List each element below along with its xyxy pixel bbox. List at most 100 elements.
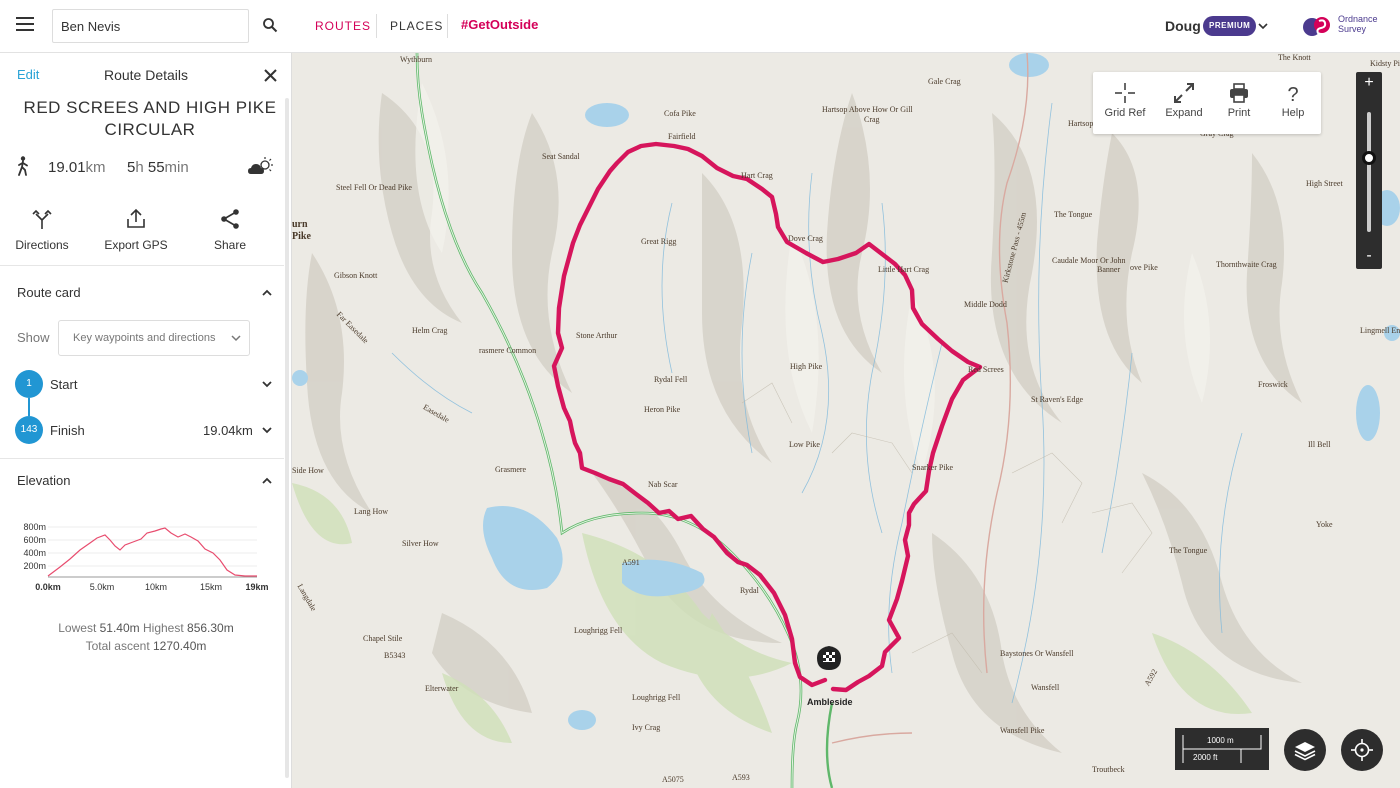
chevron-up-icon[interactable] <box>261 475 273 487</box>
map-label: Banner <box>1097 265 1121 274</box>
top-bar: ROUTES PLACES #GetOutside Doug PREMIUM O… <box>0 0 1400 53</box>
map-label: Chapel Stile <box>363 634 403 643</box>
map-label: Nab Scar <box>648 480 678 489</box>
print-button[interactable]: Print <box>1211 82 1267 119</box>
map-terrain <box>292 53 1400 788</box>
map-label: St Raven's Edge <box>1031 395 1084 404</box>
map-label: Baystones Or Wansfell <box>1000 649 1074 658</box>
nav-getoutside[interactable]: #GetOutside <box>461 17 538 32</box>
waypoint-marker-start[interactable]: 1 <box>15 370 43 398</box>
map-label: Grasmere <box>495 465 527 474</box>
grid-ref-label: Grid Ref <box>1104 107 1146 119</box>
show-select[interactable]: Key waypoints and directions <box>58 320 250 356</box>
zoom-in-button[interactable]: + <box>1356 74 1382 96</box>
map-label: Seat Sandal <box>542 152 580 161</box>
route-duration: 5h 55min <box>127 159 189 176</box>
waypoint-finish-label[interactable]: Finish <box>50 423 85 438</box>
map-label: Crag <box>864 115 880 124</box>
waypoint-connector <box>28 398 30 416</box>
print-label: Print <box>1227 107 1251 119</box>
scale-metric-label: 1000 m <box>1207 736 1234 745</box>
zoom-out-button[interactable]: - <box>1356 247 1382 269</box>
layers-button[interactable] <box>1284 729 1326 771</box>
edit-link[interactable]: Edit <box>17 67 39 82</box>
divider <box>0 458 284 459</box>
map-label: B5343 <box>384 651 406 660</box>
nav-divider <box>376 14 377 38</box>
map-label: Fairfield <box>668 132 696 141</box>
ascent-value: 1270.40m <box>153 639 207 653</box>
help-button[interactable]: ? Help <box>1265 82 1321 119</box>
x-tick-label: 0.0km <box>35 582 61 592</box>
export-gps-button[interactable]: Export GPS <box>96 208 176 252</box>
map-label: Lingmell End <box>1360 326 1400 335</box>
share-button[interactable]: Share <box>190 208 270 252</box>
map-canvas[interactable]: Wythburn Gale Crag The Knott Kidsty Pike… <box>292 53 1400 788</box>
route-name: RED SCREES AND HIGH PIKE CIRCULAR <box>23 98 277 139</box>
x-tick-label: 5.0km <box>90 582 115 592</box>
map-label: Caudale Moor Or John <box>1052 256 1126 265</box>
weather-icon[interactable] <box>247 156 275 178</box>
elevation-profile-line <box>47 527 257 577</box>
map-label: The Knott <box>1278 53 1311 62</box>
map-label: Cofa Pike <box>664 109 696 118</box>
waypoint-marker-finish[interactable]: 143 <box>15 416 43 444</box>
y-tick-label: 200m <box>23 561 46 571</box>
help-icon: ? <box>1287 84 1298 104</box>
map-label: Lang How <box>354 507 388 516</box>
route-details-panel: Route Details Edit RED SCREES AND HIGH P… <box>0 53 292 788</box>
user-name[interactable]: Doug <box>1165 18 1201 34</box>
scrollbar[interactable] <box>285 98 289 778</box>
nav-places[interactable]: PLACES <box>390 19 443 33</box>
y-tick-label: 600m <box>23 535 46 545</box>
map-label: Side How <box>292 466 324 475</box>
menu-icon[interactable] <box>16 17 34 33</box>
map-label: Heron Pike <box>644 405 681 414</box>
zoom-slider-handle[interactable] <box>1362 151 1376 165</box>
map-label: Rydal Fell <box>654 375 688 384</box>
scale-imperial-label: 2000 ft <box>1193 753 1218 762</box>
finish-flag-icon <box>817 646 841 670</box>
map-label: The Tongue <box>1169 546 1208 555</box>
search-icon[interactable] <box>262 17 278 33</box>
expand-button[interactable]: Expand <box>1156 82 1212 119</box>
chevron-down-icon <box>231 335 241 342</box>
x-tick-label: 10km <box>145 582 167 592</box>
map-label: Gibson Knott <box>334 271 378 280</box>
directions-icon <box>32 209 52 229</box>
directions-label: Directions <box>15 238 69 252</box>
map-label: Gale Crag <box>928 77 961 86</box>
chevron-down-icon[interactable] <box>261 424 273 436</box>
search-input[interactable] <box>52 9 249 43</box>
chevron-down-icon[interactable] <box>261 378 273 390</box>
map-label: Wansfell <box>1031 683 1060 692</box>
map-label: Yoke <box>1316 520 1333 529</box>
map-label: Wythburn <box>400 55 432 64</box>
map-label: A5075 <box>662 775 684 784</box>
map-label: rasmere Common <box>479 346 537 355</box>
expand-label: Expand <box>1165 107 1203 119</box>
svg-text:?: ? <box>1287 84 1298 104</box>
directions-button[interactable]: Directions <box>2 208 82 252</box>
map-label: Dove Crag <box>788 234 823 243</box>
map-label: A593 <box>732 773 750 782</box>
chevron-up-icon[interactable] <box>261 287 273 299</box>
close-icon[interactable] <box>264 69 277 82</box>
zoom-slider-track[interactable] <box>1367 112 1371 232</box>
nav-routes[interactable]: ROUTES <box>315 19 371 33</box>
map-label: Froswick <box>1258 380 1288 389</box>
map-label: ove Pike <box>1130 263 1158 272</box>
map-label: Pike <box>292 231 311 242</box>
waypoint-start-label[interactable]: Start <box>50 377 77 392</box>
locate-me-button[interactable] <box>1341 729 1383 771</box>
layers-icon <box>1294 742 1316 761</box>
grid-ref-button[interactable]: Grid Ref <box>1097 82 1153 119</box>
premium-badge: PREMIUM <box>1203 16 1257 36</box>
map-label: Red Screes <box>968 365 1004 374</box>
map-label: Thornthwaite Crag <box>1216 260 1277 269</box>
map-label: Helm Crag <box>412 326 448 335</box>
map-label: Rydal <box>740 586 759 595</box>
chevron-down-icon[interactable] <box>1257 20 1269 32</box>
map-label: Stone Arthur <box>576 331 618 340</box>
map-label: Hart Crag <box>741 171 773 180</box>
